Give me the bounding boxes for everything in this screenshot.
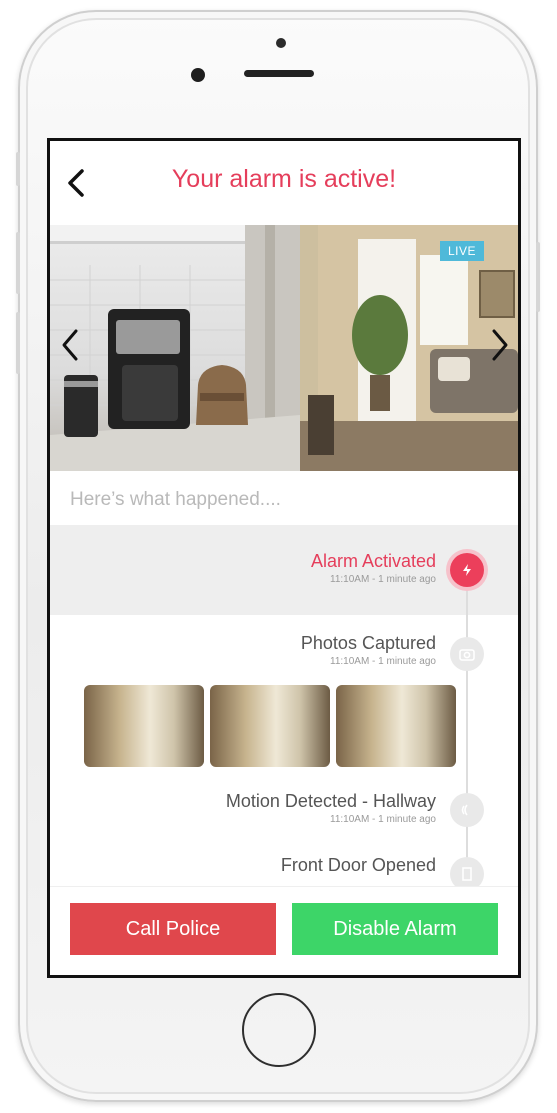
live-camera-feed[interactable]: LIVE [50, 225, 518, 471]
live-badge: LIVE [439, 241, 484, 261]
previous-camera-icon[interactable] [58, 323, 84, 367]
captured-photo-3[interactable] [336, 685, 456, 767]
home-button[interactable] [242, 993, 316, 1067]
event-name: Photos Captured [300, 633, 436, 653]
event-motion-detected[interactable]: Motion Detected - Hallway 11:10AM - 1 mi… [226, 791, 436, 825]
front-camera [191, 68, 205, 82]
event-front-door-opened[interactable]: Front Door Opened [281, 855, 436, 876]
event-name: Front Door Opened [280, 855, 436, 875]
event-time: 11:10AM - 1 minute ago [330, 656, 436, 667]
earpiece-speaker [244, 70, 314, 77]
event-time: 11:10AM - 1 minute ago [330, 814, 436, 825]
volume-down-button [16, 312, 20, 374]
active-event-row [50, 525, 518, 615]
page-title: Your alarm is active! [171, 165, 397, 193]
event-photos-captured[interactable]: Photos Captured 11:10AM - 1 minute ago [301, 633, 436, 667]
call-police-button[interactable]: Call Police [70, 903, 276, 955]
disable-alarm-button[interactable]: Disable Alarm [292, 903, 498, 955]
event-timeline: Alarm Activated 11:10AM - 1 minute ago P… [50, 525, 518, 891]
timeline-heading: Here’s what happened.... [70, 489, 281, 510]
header: Your alarm is active! [50, 141, 518, 225]
next-camera-icon[interactable] [486, 323, 512, 367]
alarm-icon [450, 553, 484, 587]
event-name: Motion Detected - Hallway [225, 791, 436, 811]
app-screen: Your alarm is active! LIVE Here’s what h… [47, 138, 521, 978]
motion-icon [450, 793, 484, 827]
event-name: Alarm Activated [310, 551, 436, 571]
event-time: 11:10AM - 1 minute ago [330, 574, 436, 585]
power-button [536, 242, 540, 312]
mute-switch [16, 152, 20, 186]
action-bar: Call Police Disable Alarm [50, 886, 518, 975]
front-sensor [276, 38, 286, 48]
event-alarm-activated[interactable]: Alarm Activated 11:10AM - 1 minute ago [311, 551, 436, 585]
captured-photo-1[interactable] [84, 685, 204, 767]
captured-photo-2[interactable] [210, 685, 330, 767]
volume-up-button [16, 232, 20, 294]
timeline-line [466, 563, 468, 891]
camera-icon [450, 637, 484, 671]
kitchen-scene [50, 225, 300, 471]
